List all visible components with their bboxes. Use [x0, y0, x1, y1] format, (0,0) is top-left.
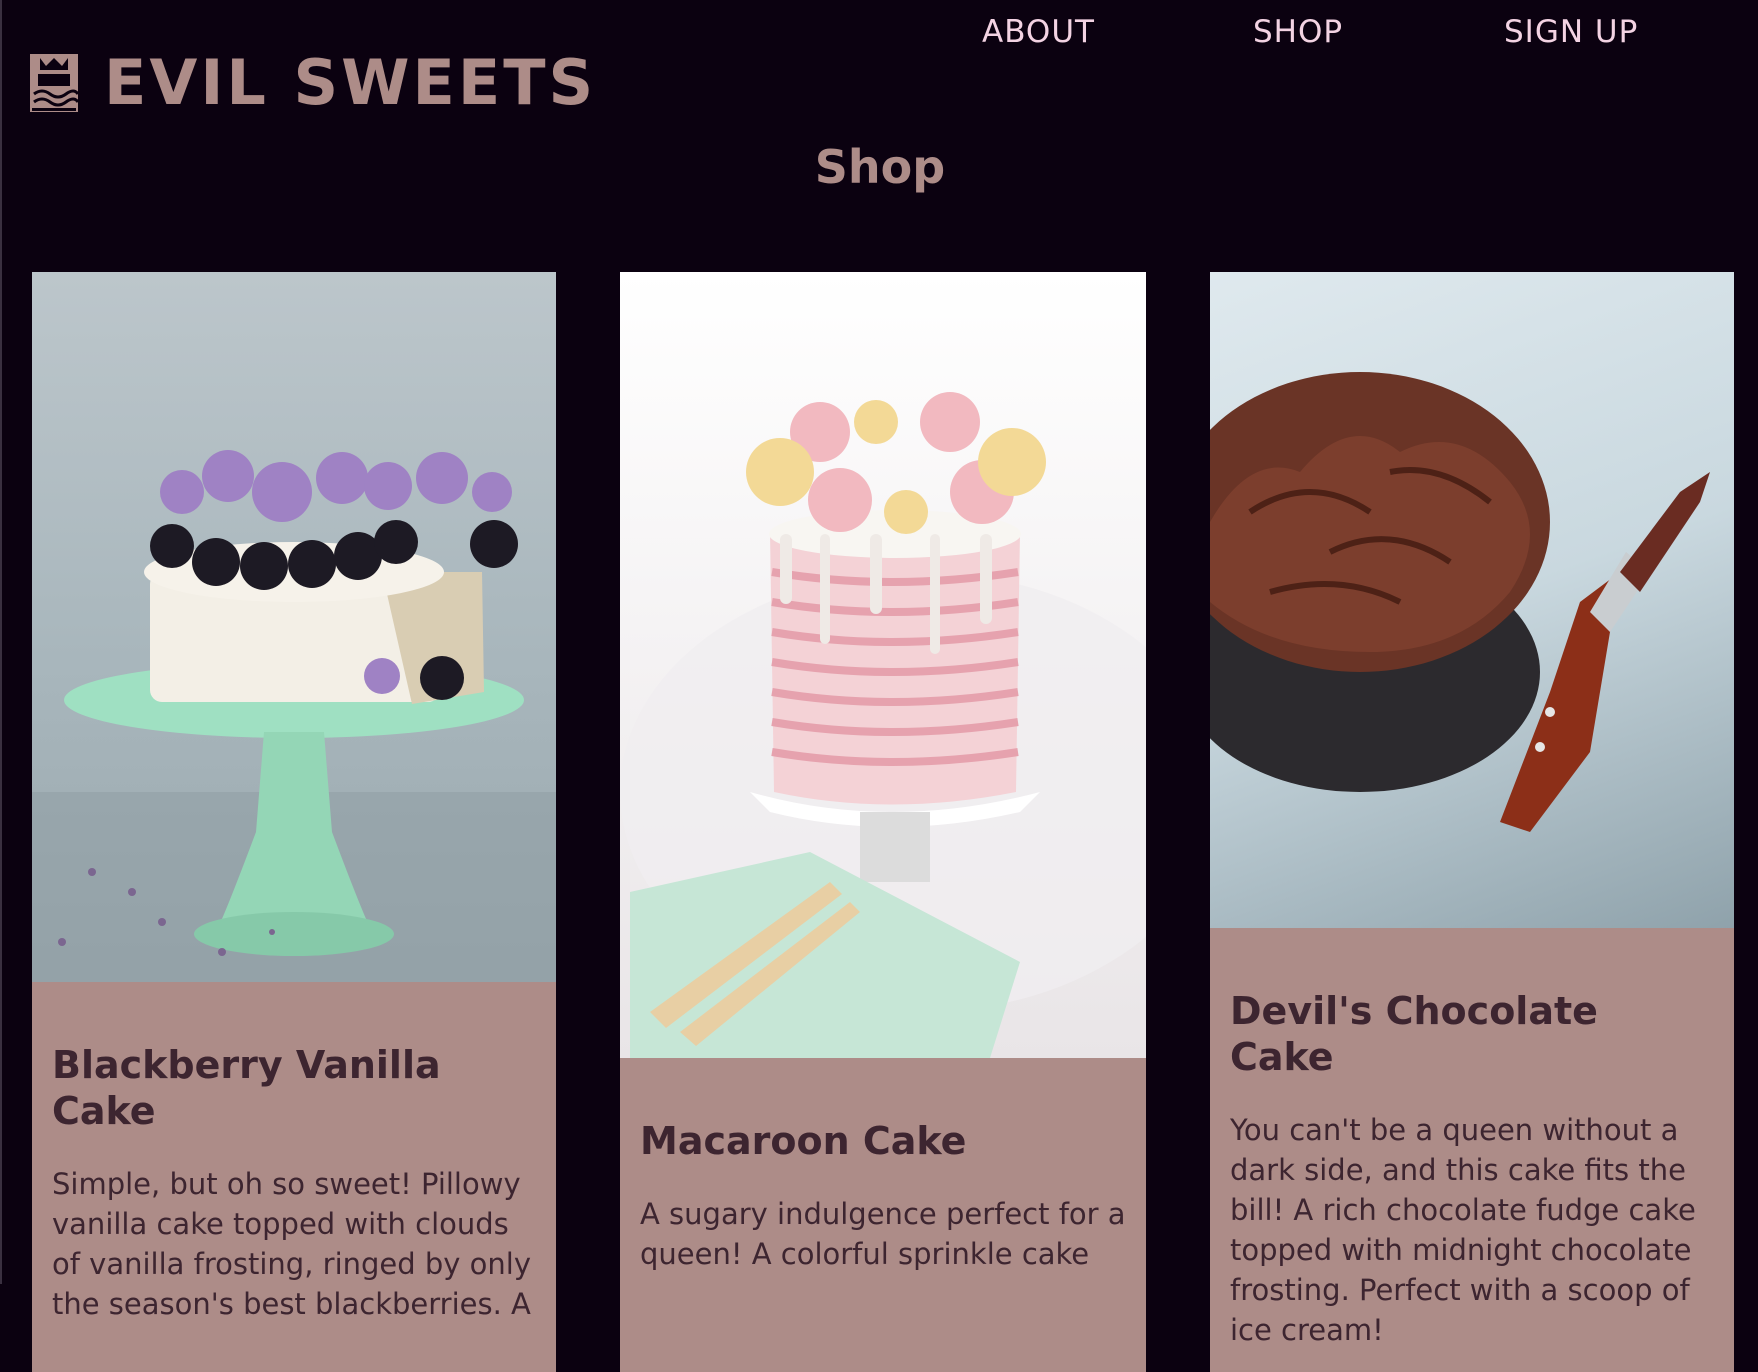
product-card[interactable]: Devil's Chocolate Cake You can't be a qu…	[1210, 272, 1734, 1372]
nav-link-sign-up[interactable]: SIGN UP	[1504, 14, 1638, 50]
product-description: Simple, but oh so sweet! Pillowy vanilla…	[52, 1167, 532, 1321]
product-title[interactable]: Blackberry Vanilla Cake	[52, 1042, 536, 1134]
product-description: A sugary indulgence perfect for a queen!…	[640, 1197, 1126, 1271]
nav-link-shop[interactable]: SHOP	[1253, 14, 1343, 50]
cake-image-illustration	[620, 392, 1146, 1058]
product-title[interactable]: Devil's Chocolate Cake	[1230, 988, 1714, 1080]
cake-image-illustration	[32, 450, 556, 982]
main-nav: ABOUT SHOP SIGN UP	[2, 14, 1758, 54]
brand-name: EVIL SWEETS	[104, 46, 597, 119]
cake-image-illustration	[1210, 372, 1710, 832]
page-title: Shop	[814, 140, 946, 194]
devils-chocolate-cake-photo[interactable]	[1210, 272, 1734, 928]
product-title[interactable]: Macaroon Cake	[640, 1118, 1126, 1164]
product-description: You can't be a queen without a dark side…	[1230, 1113, 1696, 1347]
blackberry-vanilla-cake-photo[interactable]	[32, 272, 556, 982]
nav-link-about[interactable]: ABOUT	[982, 14, 1095, 50]
product-card[interactable]: Macaroon Cake A sugary indulgence perfec…	[620, 272, 1146, 1372]
brand-logo-link[interactable]: EVIL SWEETS	[30, 48, 596, 118]
macaroon-cake-photo[interactable]	[620, 272, 1146, 1058]
product-card[interactable]: Blackberry Vanilla Cake Simple, but oh s…	[32, 272, 556, 1372]
cake-crown-icon	[30, 54, 78, 112]
